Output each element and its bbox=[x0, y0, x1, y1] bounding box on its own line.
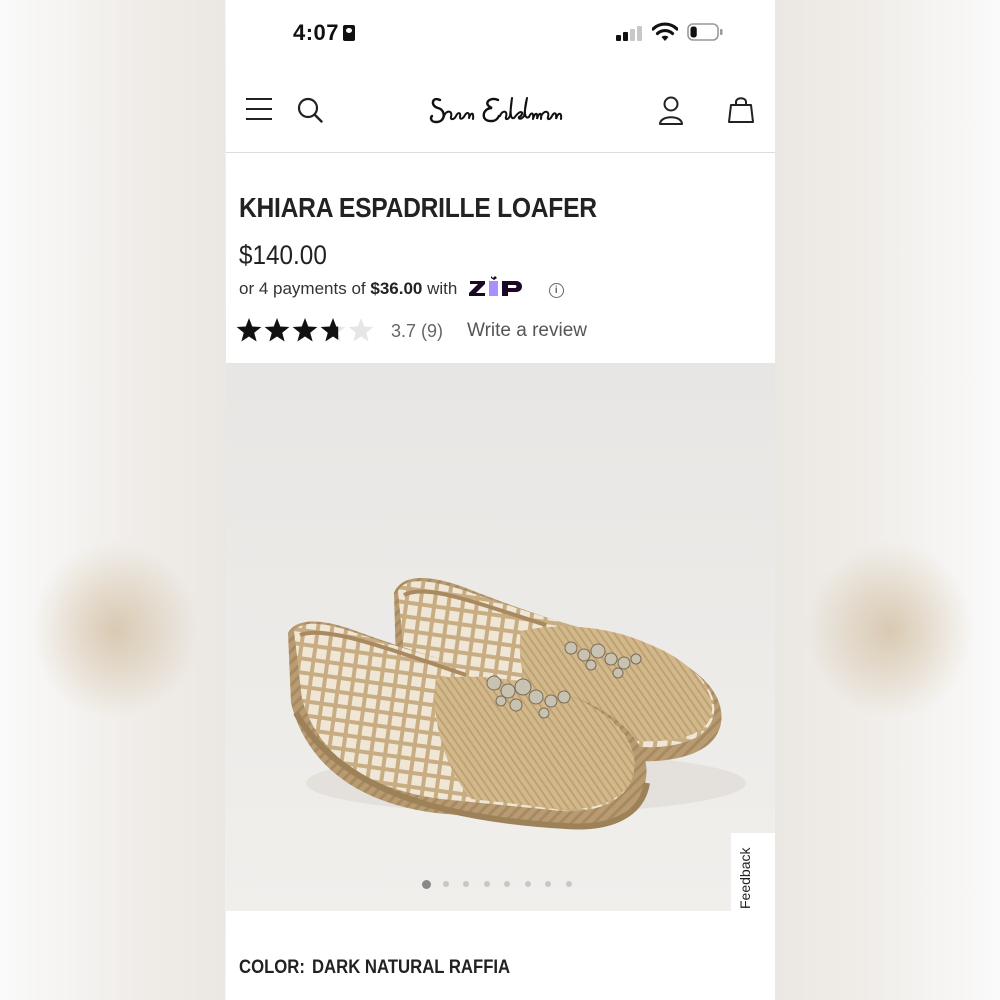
zip-logo[interactable] bbox=[468, 276, 532, 298]
shopping-bag-icon[interactable] bbox=[728, 96, 754, 124]
status-time: 4:07 bbox=[293, 20, 356, 46]
product-price: $140.00 bbox=[239, 240, 327, 270]
star-2[interactable] bbox=[264, 318, 290, 342]
carousel-dot[interactable] bbox=[422, 880, 431, 889]
color-selector-label: COLOR: DARK NATURAL RAFFIA bbox=[239, 957, 510, 979]
rating-stars[interactable] bbox=[236, 317, 376, 345]
contact-card-icon bbox=[343, 25, 356, 41]
site-header bbox=[226, 64, 775, 153]
info-icon[interactable]: i bbox=[548, 283, 564, 298]
carousel-dot[interactable] bbox=[545, 881, 551, 887]
carousel-dot[interactable] bbox=[442, 881, 449, 887]
battery-icon bbox=[687, 23, 723, 41]
carousel-dot[interactable] bbox=[463, 881, 469, 887]
phone-screen: 4:07 KHIARA ESPADRILLE LOAFER $140.00 or… bbox=[226, 0, 775, 1000]
installment-suffix: with bbox=[427, 279, 458, 298]
carousel-dot[interactable] bbox=[483, 881, 490, 887]
carousel-dot[interactable] bbox=[504, 881, 510, 887]
installment-info: or 4 payments of $36.00 with i bbox=[239, 276, 564, 299]
rating-row: 3.7 (9) Write a review bbox=[236, 314, 656, 348]
search-icon[interactable] bbox=[297, 97, 323, 123]
feedback-label: Feedback bbox=[737, 847, 753, 909]
account-icon[interactable] bbox=[658, 96, 684, 126]
brand-logo[interactable] bbox=[426, 86, 576, 136]
color-value: DARK NATURAL RAFFIA bbox=[311, 957, 511, 978]
product-image bbox=[288, 577, 746, 830]
installment-amount: $36.00 bbox=[370, 279, 423, 298]
menu-icon[interactable] bbox=[246, 98, 272, 120]
background-blur-right bbox=[775, 0, 1000, 1000]
star-3[interactable] bbox=[292, 318, 318, 342]
carousel-dot[interactable] bbox=[524, 881, 531, 887]
rating-summary: 3.7 (9) bbox=[391, 321, 444, 341]
color-label: COLOR: bbox=[239, 957, 305, 978]
write-review-link[interactable]: Write a review bbox=[467, 320, 587, 342]
wifi-icon bbox=[652, 22, 678, 41]
star-1[interactable] bbox=[236, 318, 262, 342]
star-5[interactable] bbox=[348, 318, 374, 342]
carousel-indicators bbox=[422, 880, 582, 891]
carousel-dot[interactable] bbox=[565, 881, 572, 887]
product-image-carousel[interactable]: Feedback bbox=[226, 363, 775, 911]
cellular-signal-icon bbox=[616, 25, 644, 41]
installment-prefix: or 4 payments of bbox=[239, 279, 366, 298]
star-4[interactable] bbox=[320, 318, 346, 342]
feedback-button[interactable]: Feedback bbox=[731, 833, 775, 911]
product-title: KHIARA ESPADRILLE LOAFER bbox=[239, 192, 597, 223]
status-bar: 4:07 bbox=[226, 0, 775, 64]
background-blur-left bbox=[0, 0, 225, 1000]
